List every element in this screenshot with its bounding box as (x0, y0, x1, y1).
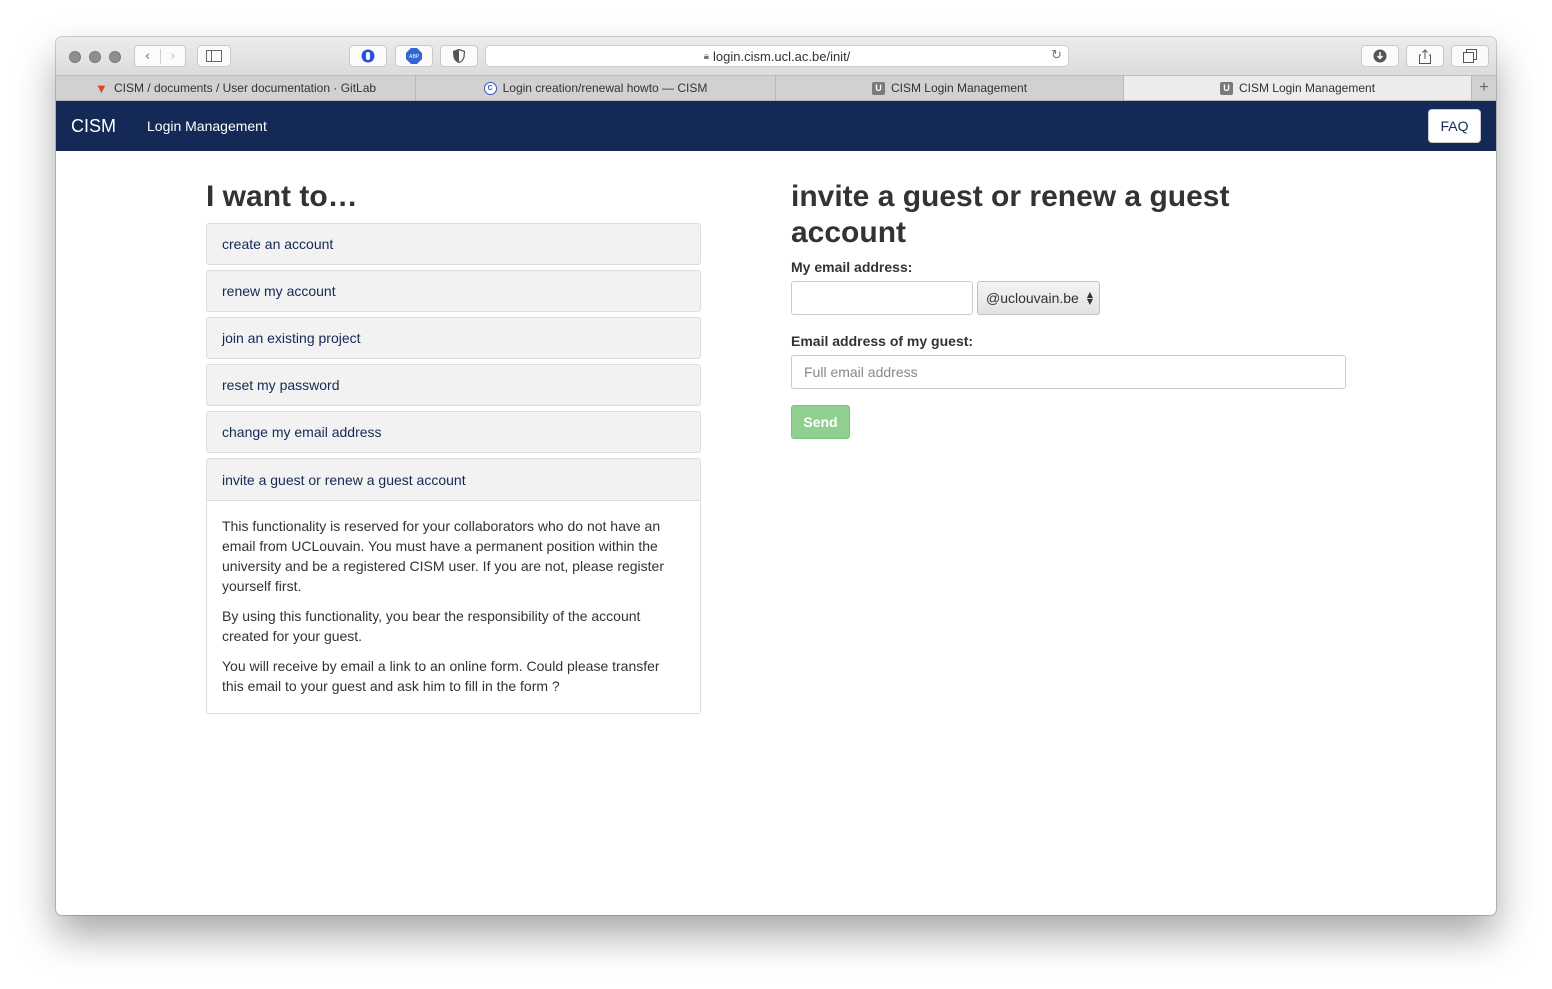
download-icon (1373, 49, 1387, 63)
tab-label: CISM Login Management (890, 81, 1028, 95)
tab-howto[interactable]: C Login creation/renewal howto — CISM (416, 76, 776, 100)
menu-item-reset-password[interactable]: reset my password (206, 364, 701, 406)
description-paragraph: This functionality is reserved for your … (222, 518, 665, 594)
adblock-button[interactable]: ABP (395, 45, 433, 67)
downloads-button[interactable] (1361, 45, 1399, 67)
browser-toolbar: ‹ › ABP 🔒︎ login.cism.ucl.ac.be/init/ ↻ (56, 37, 1496, 75)
active-panel: invite a guest or renew a guest account … (206, 458, 701, 714)
shield-extension-icon (361, 49, 375, 63)
tab-label: CISM / documents / User documentation · … (113, 81, 377, 95)
select-arrows-icon: ▲ ▼ (1086, 290, 1093, 306)
lock-icon: 🔒︎ (703, 50, 710, 62)
sidebar-toggle-button[interactable] (197, 45, 231, 67)
guest-email-input[interactable] (791, 355, 1346, 389)
back-icon[interactable]: ‹ (135, 49, 160, 64)
u-favicon-icon: U (1219, 81, 1233, 95)
tabs-icon (1463, 49, 1477, 63)
url-text: login.cism.ucl.ac.be/init/ (713, 48, 851, 64)
window-controls (69, 51, 121, 63)
description-paragraph: By using this functionality, you bear th… (222, 608, 641, 644)
tab-login-management[interactable]: U CISM Login Management (776, 76, 1124, 100)
description-paragraph: You will receive by email a link to an o… (222, 658, 660, 694)
form-heading: invite a guest or renew a guest account (791, 180, 1230, 249)
my-email-label: My email address: (791, 259, 913, 275)
u-favicon-icon: U (871, 81, 885, 95)
share-icon (1419, 48, 1431, 64)
abp-icon: ABP (406, 48, 422, 64)
menu-item-create-account[interactable]: create an account (206, 223, 701, 265)
tab-login-management-active[interactable]: U CISM Login Management (1124, 76, 1472, 100)
menu-heading: I want to… (206, 180, 358, 213)
domain-select[interactable]: @uclouvain.be ▲ ▼ (977, 281, 1100, 315)
svg-text:ABP: ABP (409, 54, 419, 60)
new-tab-icon[interactable]: + (1472, 76, 1496, 100)
send-button[interactable]: Send (791, 405, 850, 439)
menu-item-invite-guest[interactable]: invite a guest or renew a guest account (207, 459, 700, 501)
domain-selected-value: @uclouvain.be (986, 290, 1079, 306)
gitlab-icon: ▼ (95, 80, 108, 96)
sidebar-icon (206, 50, 222, 62)
site-navbar: CISM Login Management FAQ (56, 101, 1496, 151)
browser-window: ‹ › ABP 🔒︎ login.cism.ucl.ac.be/init/ ↻ (56, 37, 1496, 915)
invite-form: invite a guest or renew a guest account … (791, 179, 1346, 439)
forward-icon[interactable]: › (159, 48, 185, 64)
panel-description: This functionality is reserved for your … (207, 501, 700, 713)
minimize-window-button[interactable] (89, 51, 101, 63)
tab-overview-button[interactable] (1451, 45, 1489, 67)
tab-label: Login creation/renewal howto — CISM (502, 81, 708, 95)
privacy-shield-icon (453, 49, 465, 63)
privacy-button[interactable] (440, 45, 478, 67)
guest-email-label: Email address of my guest: (791, 333, 974, 349)
action-menu: I want to… create an account renew my ac… (206, 179, 701, 714)
tab-gitlab[interactable]: ▼ CISM / documents / User documentation … (56, 76, 416, 100)
reload-icon[interactable]: ↻ (1051, 48, 1062, 63)
cism-icon: C (483, 81, 497, 95)
my-email-row: @uclouvain.be ▲ ▼ (791, 281, 1346, 315)
tab-label: CISM Login Management (1238, 81, 1376, 95)
my-email-input[interactable] (791, 281, 973, 315)
zoom-window-button[interactable] (109, 51, 121, 63)
share-button[interactable] (1406, 45, 1444, 67)
tab-bar: ▼ CISM / documents / User documentation … (56, 75, 1496, 101)
close-window-button[interactable] (69, 51, 81, 63)
menu-item-join-project[interactable]: join an existing project (206, 317, 701, 359)
back-forward-group: ‹ › (134, 45, 186, 67)
brand-link[interactable]: CISM (71, 116, 116, 137)
nav-login-management[interactable]: Login Management (147, 118, 267, 134)
menu-item-change-email[interactable]: change my email address (206, 411, 701, 453)
address-bar[interactable]: 🔒︎ login.cism.ucl.ac.be/init/ ↻ (485, 45, 1069, 67)
menu-item-renew-account[interactable]: renew my account (206, 270, 701, 312)
faq-button[interactable]: FAQ (1428, 109, 1481, 143)
extension-button-1[interactable] (349, 45, 387, 67)
